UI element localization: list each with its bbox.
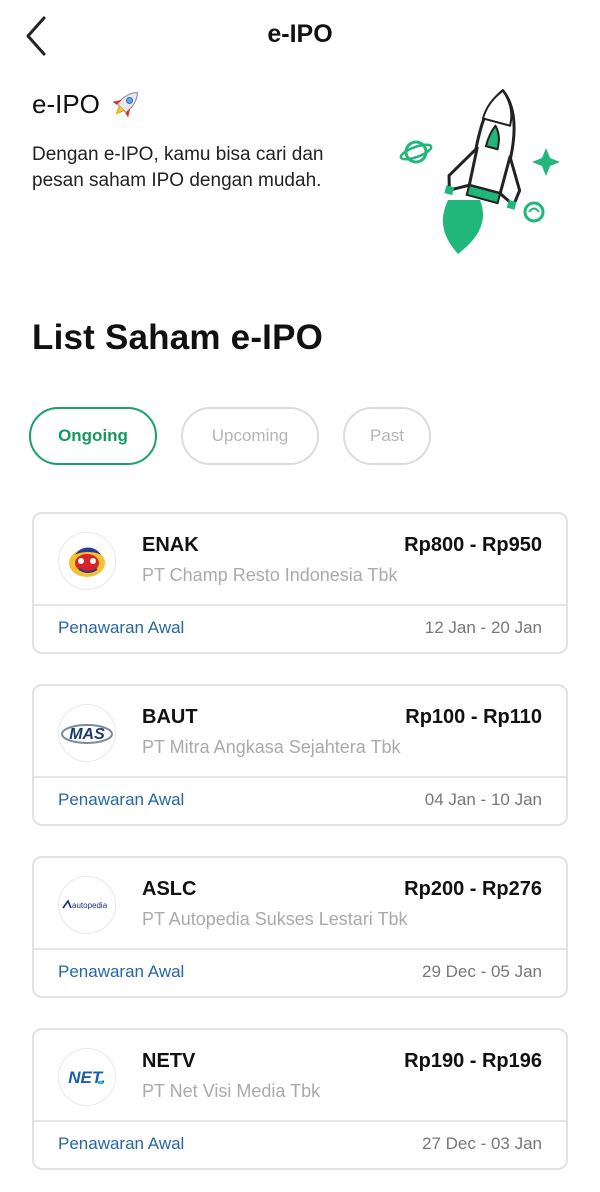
ipo-card-aslc[interactable]: autopedia ASLC PT Autopedia Sukses Lesta… xyxy=(32,856,568,998)
offering-stage: Penawaran Awal xyxy=(58,962,185,981)
champ-resto-logo-icon xyxy=(58,532,116,590)
net-logo-icon: NET. xyxy=(58,1048,116,1106)
ipo-card-header: autopedia ASLC PT Autopedia Sukses Lesta… xyxy=(34,858,566,950)
rocket-illustration-icon xyxy=(399,89,560,254)
offering-stage: Penawaran Awal xyxy=(58,790,185,809)
mas-logo-icon: MAS xyxy=(58,704,116,762)
intro-description: Dengan e-IPO, kamu bisa cari dan pesan s… xyxy=(32,144,324,191)
price-range: Rp200 - Rp276 xyxy=(404,878,542,900)
intro-title-row: e-IPO xyxy=(32,86,372,122)
status-tabs: Ongoing Upcoming Past xyxy=(29,407,431,465)
offering-dates: 29 Dec - 05 Jan xyxy=(421,962,542,981)
svg-text:autopedia: autopedia xyxy=(72,901,108,910)
ticker: ASLC xyxy=(142,878,197,900)
svg-text:NET.: NET. xyxy=(68,1068,105,1087)
price-range: Rp800 - Rp950 xyxy=(404,534,542,556)
planet-icon xyxy=(399,140,433,164)
ipo-card-header: NET. NETV PT Net Visi Media Tbk Rp190 - … xyxy=(34,1030,566,1122)
ticker: NETV xyxy=(142,1050,196,1072)
ipo-card-enak[interactable]: ENAK PT Champ Resto Indonesia Tbk Rp800 … xyxy=(32,512,568,654)
ipo-card-netv[interactable]: NET. NETV PT Net Visi Media Tbk Rp190 - … xyxy=(32,1028,568,1170)
ipo-card-header: ENAK PT Champ Resto Indonesia Tbk Rp800 … xyxy=(34,514,566,606)
tab-upcoming[interactable]: Upcoming xyxy=(181,407,319,465)
ipo-card-footer: Penawaran Awal 04 Jan - 10 Jan xyxy=(34,778,566,824)
ipo-card-footer: Penawaran Awal 29 Dec - 05 Jan xyxy=(34,950,566,996)
svg-text:MAS: MAS xyxy=(69,726,105,743)
ipo-list: ENAK PT Champ Resto Indonesia Tbk Rp800 … xyxy=(32,512,568,1192)
offering-dates: 27 Dec - 03 Jan xyxy=(421,1134,542,1153)
autopedia-logo-icon: autopedia xyxy=(58,876,116,934)
ipo-card-footer: Penawaran Awal 27 Dec - 03 Jan xyxy=(34,1122,566,1168)
ticker: BAUT xyxy=(142,706,198,728)
tab-ongoing[interactable]: Ongoing xyxy=(29,407,157,465)
ipo-card-footer: Penawaran Awal 12 Jan - 20 Jan xyxy=(34,606,566,652)
page-title: e-IPO xyxy=(267,20,333,48)
intro-section: e-IPO Dengan e-IPO, kamu bisa cari dan p… xyxy=(32,86,372,194)
ticker: ENAK xyxy=(142,534,199,556)
company-name: PT Champ Resto Indonesia Tbk xyxy=(142,565,398,585)
top-bar: e-IPO xyxy=(0,0,600,72)
intro-title: e-IPO xyxy=(32,88,100,119)
tab-past[interactable]: Past xyxy=(343,407,431,465)
rocket-emoji-icon xyxy=(112,92,138,118)
offering-dates: 12 Jan - 20 Jan xyxy=(424,618,542,637)
ipo-card-header: MAS BAUT PT Mitra Angkasa Sejahtera Tbk … xyxy=(34,686,566,778)
company-name: PT Net Visi Media Tbk xyxy=(142,1081,321,1101)
company-name: PT Mitra Angkasa Sejahtera Tbk xyxy=(142,737,401,757)
ipo-card-baut[interactable]: MAS BAUT PT Mitra Angkasa Sejahtera Tbk … xyxy=(32,684,568,826)
price-range: Rp190 - Rp196 xyxy=(404,1050,542,1072)
offering-stage: Penawaran Awal xyxy=(58,1134,185,1153)
company-name: PT Autopedia Sukses Lestari Tbk xyxy=(142,909,408,929)
offering-stage: Penawaran Awal xyxy=(58,618,185,637)
price-range: Rp100 - Rp110 xyxy=(405,706,542,728)
offering-dates: 04 Jan - 10 Jan xyxy=(424,790,542,809)
section-title: List Saham e-IPO xyxy=(32,318,324,357)
